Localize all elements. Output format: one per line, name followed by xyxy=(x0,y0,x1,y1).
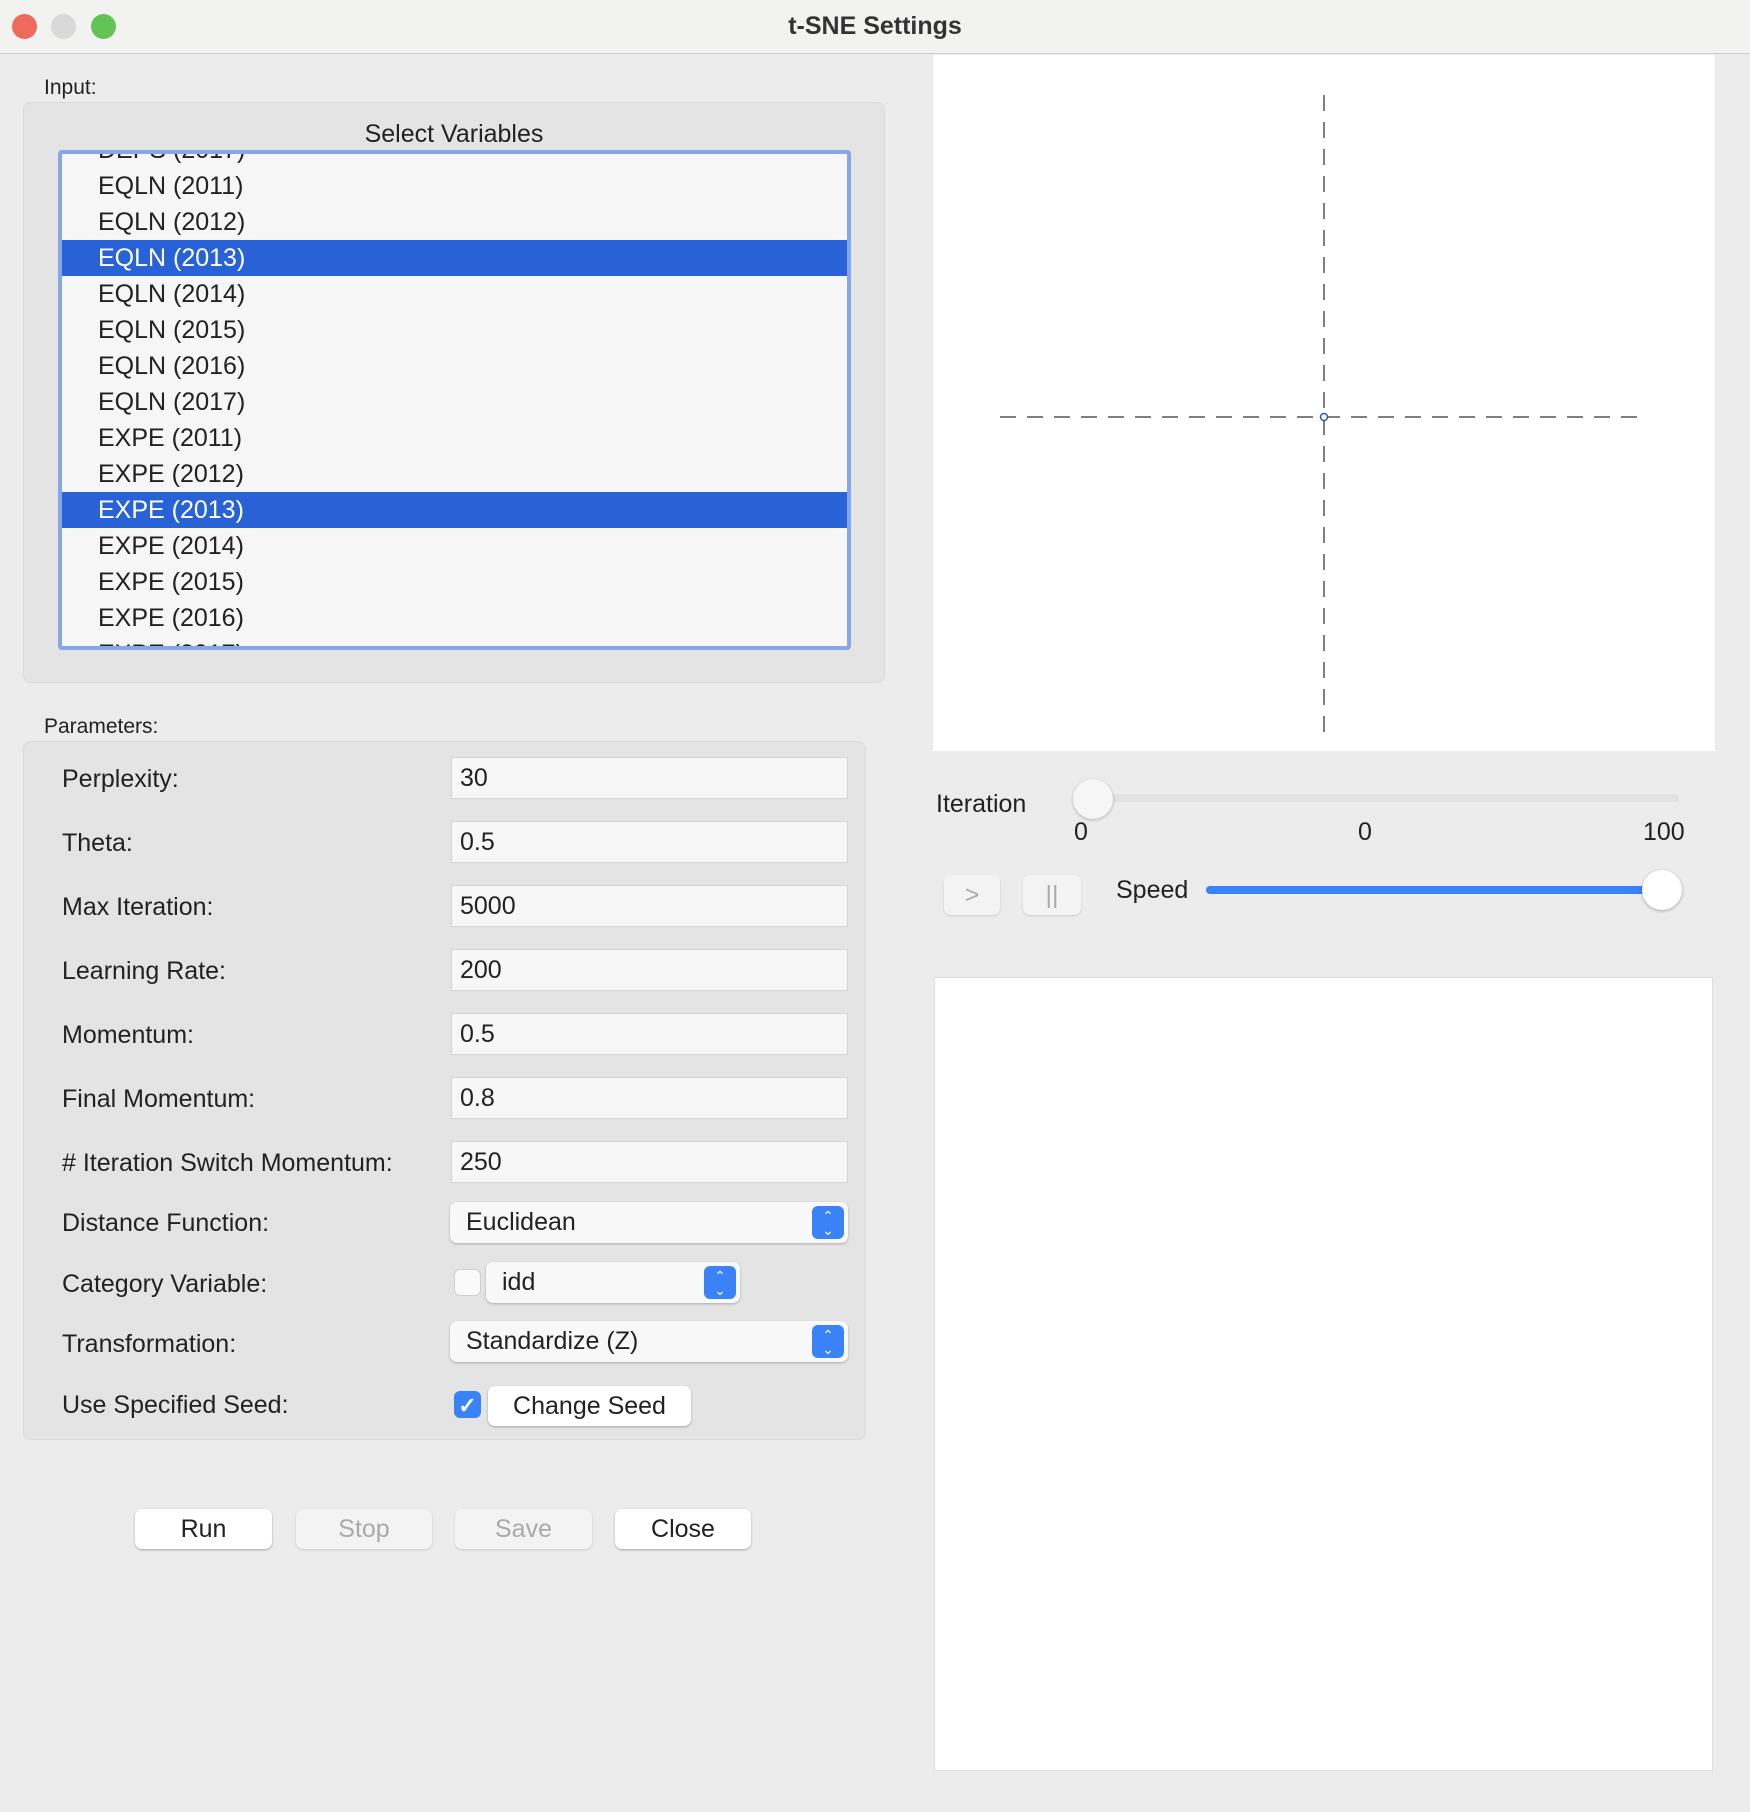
iteration-min: 0 xyxy=(1074,818,1088,846)
param-label: Perplexity: xyxy=(62,765,179,793)
window-title: t-SNE Settings xyxy=(788,12,962,40)
param-input[interactable]: 200 xyxy=(451,949,848,991)
input-label: Input: xyxy=(44,76,97,99)
output-panel xyxy=(934,977,1713,1771)
play-icon: > xyxy=(964,881,980,909)
iteration-max: 100 xyxy=(1643,818,1685,846)
distance-value: Euclidean xyxy=(466,1208,576,1236)
play-button[interactable]: > xyxy=(944,875,1000,915)
param-input[interactable]: 30 xyxy=(451,757,848,799)
pause-button[interactable]: || xyxy=(1023,875,1081,915)
transformation-value: Standardize (Z) xyxy=(466,1327,639,1355)
embedding-plot xyxy=(933,55,1715,751)
param-label: Max Iteration: xyxy=(62,893,214,921)
run-button[interactable]: Run xyxy=(135,1509,272,1549)
transformation-label: Transformation: xyxy=(62,1330,237,1358)
variable-list-item[interactable]: EQLN (2011) xyxy=(62,168,847,204)
variable-list-item[interactable]: EQLN (2012) xyxy=(62,204,847,240)
param-label: Learning Rate: xyxy=(62,957,227,985)
variable-list-item[interactable]: EQLN (2013) xyxy=(62,240,847,276)
variable-list-item[interactable]: EXPE (2012) xyxy=(62,456,847,492)
origin-point xyxy=(1319,412,1329,422)
variable-list-item[interactable]: EXPE (2017) xyxy=(62,636,847,646)
speed-label: Speed xyxy=(1116,876,1189,904)
param-label: Theta: xyxy=(62,829,133,857)
seed-label: Use Specified Seed: xyxy=(62,1391,289,1419)
distance-select[interactable]: Euclidean ⌃ ⌄ xyxy=(450,1202,848,1243)
parameters-label: Parameters: xyxy=(44,715,159,738)
param-input[interactable]: 250 xyxy=(451,1141,848,1183)
change-seed-button[interactable]: Change Seed xyxy=(488,1386,691,1426)
variable-list-item[interactable]: EQLN (2014) xyxy=(62,276,847,312)
seed-checkbox[interactable]: ✓ xyxy=(454,1391,481,1418)
variable-list-item[interactable]: EXPE (2016) xyxy=(62,600,847,636)
updown-chevron-icon: ⌃ ⌄ xyxy=(812,1206,844,1239)
variable-list-item[interactable]: EXPE (2015) xyxy=(62,564,847,600)
checkmark-icon: ✓ xyxy=(458,1393,477,1418)
iteration-label: Iteration xyxy=(936,790,1027,818)
pause-icon: || xyxy=(1045,881,1059,909)
param-label: # Iteration Switch Momentum: xyxy=(62,1149,393,1177)
category-checkbox[interactable] xyxy=(454,1269,481,1296)
iteration-current: 0 xyxy=(1358,818,1372,846)
save-button[interactable]: Save xyxy=(455,1509,592,1549)
speed-slider-knob[interactable] xyxy=(1642,870,1682,910)
updown-chevron-icon: ⌃ ⌄ xyxy=(704,1266,736,1299)
distance-label: Distance Function: xyxy=(62,1209,270,1237)
param-input[interactable]: 5000 xyxy=(451,885,848,927)
iteration-slider-knob[interactable] xyxy=(1073,779,1113,819)
iteration-slider[interactable] xyxy=(1092,794,1679,802)
param-input[interactable]: 0.5 xyxy=(451,1013,848,1055)
category-select[interactable]: idd ⌃ ⌄ xyxy=(486,1262,740,1303)
title-bar: t-SNE Settings xyxy=(0,0,1750,54)
speed-fill xyxy=(1206,886,1682,894)
variable-list-item[interactable]: EQLN (2016) xyxy=(62,348,847,384)
variable-list-item[interactable]: EXPE (2011) xyxy=(62,420,847,456)
variable-list-item[interactable]: EXPE (2014) xyxy=(62,528,847,564)
variable-list-item[interactable]: EQLN (2015) xyxy=(62,312,847,348)
updown-chevron-icon: ⌃ ⌄ xyxy=(812,1325,844,1358)
param-input[interactable]: 0.5 xyxy=(451,821,848,863)
select-variables-title: Select Variables xyxy=(364,120,544,148)
variable-list-item[interactable]: EXPE (2013) xyxy=(62,492,847,528)
param-label: Final Momentum: xyxy=(62,1085,256,1113)
param-label: Momentum: xyxy=(62,1021,194,1049)
stop-button[interactable]: Stop xyxy=(296,1509,432,1549)
transformation-select[interactable]: Standardize (Z) ⌃ ⌄ xyxy=(450,1321,848,1362)
param-input[interactable]: 0.8 xyxy=(451,1077,848,1119)
close-button[interactable]: Close xyxy=(615,1509,751,1549)
variable-list[interactable]: DEPS (2017) EQLN (2011) EQLN (2012) EQLN (2… xyxy=(58,150,851,650)
variable-list-item[interactable]: EQLN (2017) xyxy=(62,384,847,420)
plot-axes xyxy=(1000,95,1647,740)
speed-slider[interactable] xyxy=(1206,886,1682,894)
category-label: Category Variable: xyxy=(62,1270,268,1298)
variable-list-item[interactable]: DEPS (2017) xyxy=(62,154,847,168)
category-value: idd xyxy=(502,1268,536,1296)
